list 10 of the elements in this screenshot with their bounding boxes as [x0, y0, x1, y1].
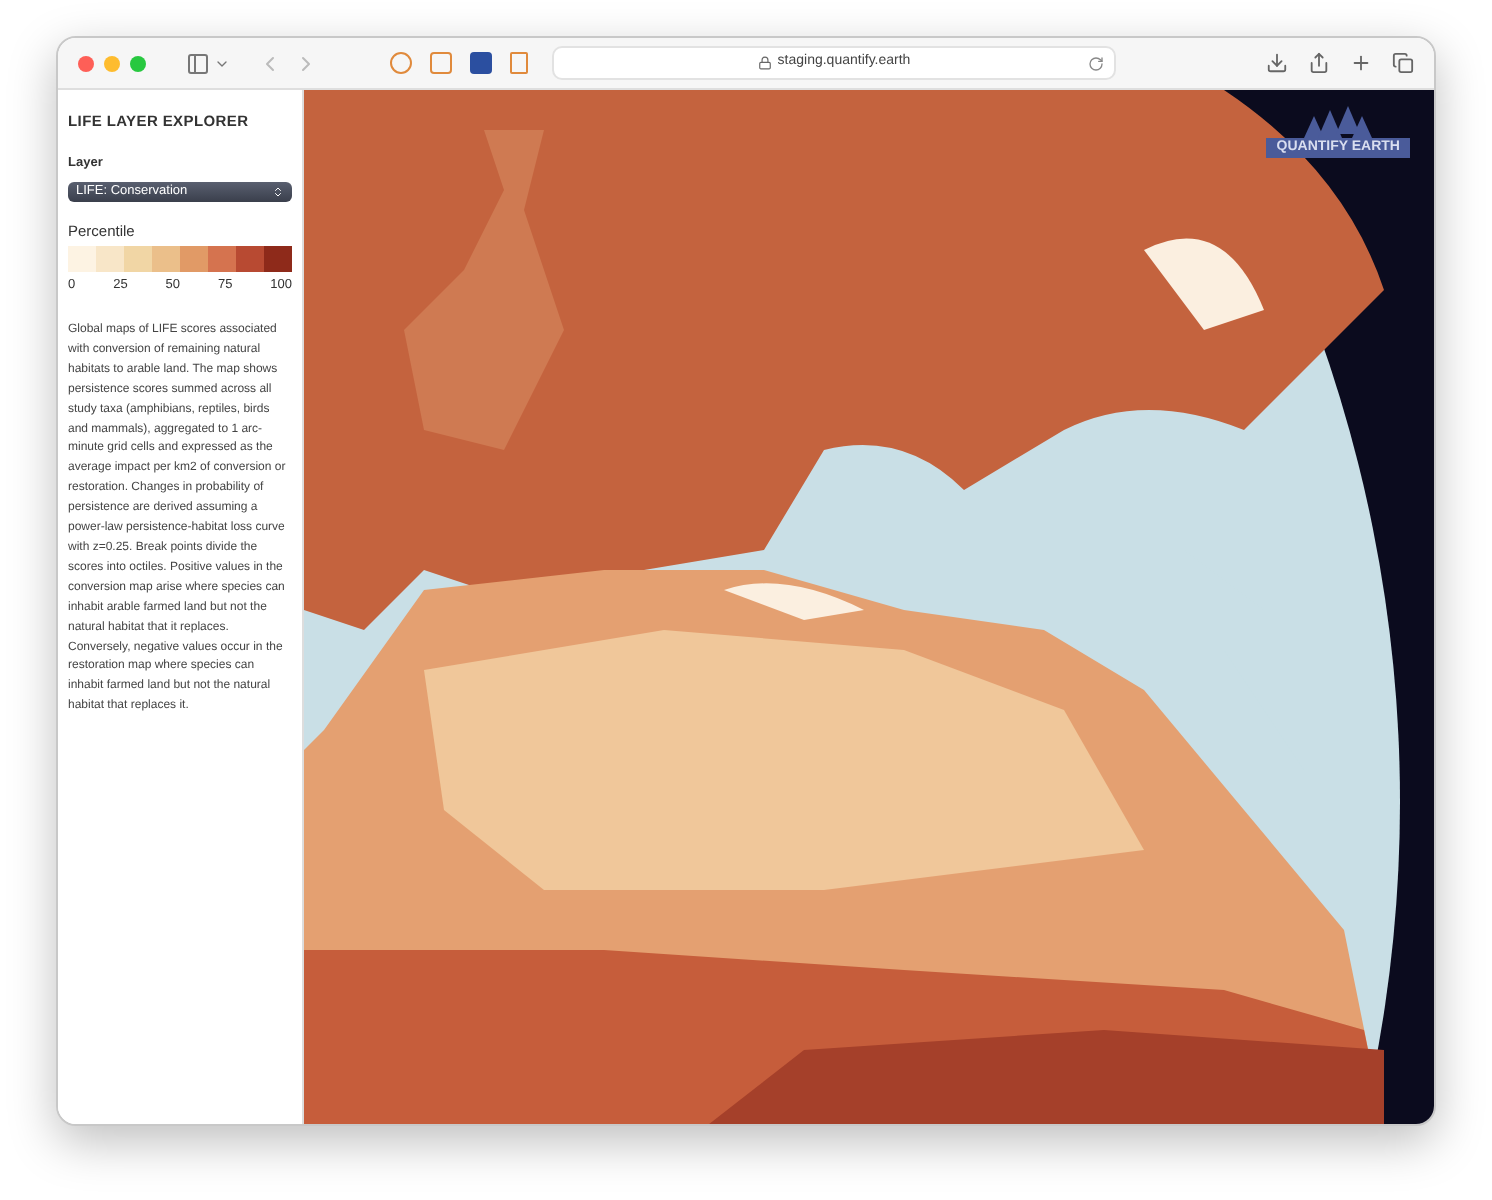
trees-icon [1304, 106, 1373, 138]
lock-icon [757, 56, 772, 70]
maximize-icon[interactable] [130, 55, 146, 71]
tabs-icon[interactable] [1392, 52, 1414, 74]
reload-icon[interactable] [1088, 55, 1104, 71]
sidebar-icon[interactable] [186, 51, 210, 75]
download-icon[interactable] [1266, 52, 1288, 74]
close-icon[interactable] [78, 55, 94, 71]
new-tab-icon[interactable] [1350, 52, 1372, 74]
share-icon[interactable] [1308, 52, 1330, 74]
